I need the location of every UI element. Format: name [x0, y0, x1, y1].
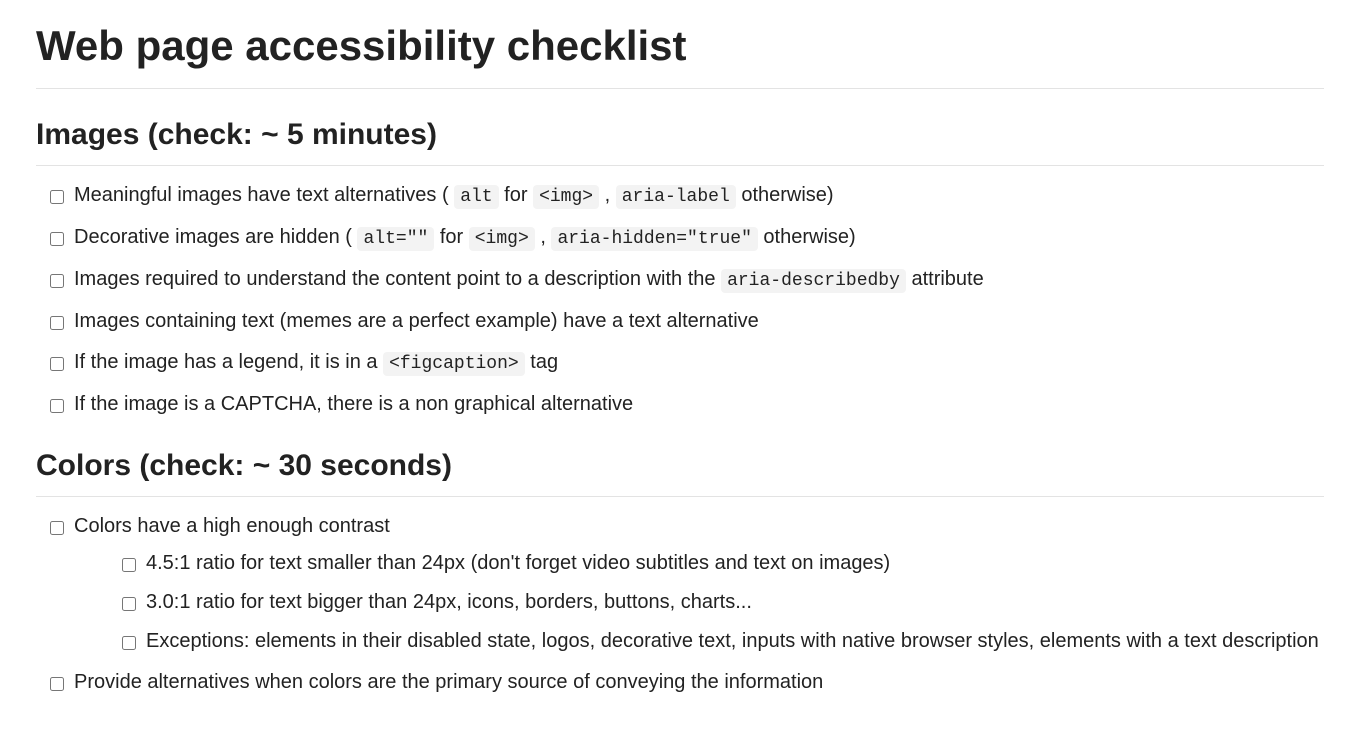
- checklist-item: Colors have a high enough contrast 4.5:1 …: [46, 511, 1324, 657]
- checklist-item: If the image has a legend, it is in a <f…: [46, 347, 1324, 379]
- checklist-item-label: Decorative images are hidden ( alt="" fo…: [74, 226, 856, 248]
- checklist-item: 3.0:1 ratio for text bigger than 24px, i…: [118, 587, 1324, 618]
- checklist-checkbox[interactable]: [122, 558, 136, 572]
- checklist-item-label: Images containing text (memes are a perf…: [74, 310, 759, 332]
- inline-code: aria-describedby: [721, 269, 906, 293]
- checklist-checkbox[interactable]: [50, 232, 64, 246]
- checklist-item: Decorative images are hidden ( alt="" fo…: [46, 222, 1324, 254]
- checklist-checkbox[interactable]: [50, 274, 64, 288]
- inline-code: <img>: [469, 227, 535, 251]
- checklist-item: 4.5:1 ratio for text smaller than 24px (…: [118, 548, 1324, 579]
- checklist-item-label: If the image is a CAPTCHA, there is a no…: [74, 393, 633, 415]
- checklist-checkbox[interactable]: [50, 190, 64, 204]
- inline-code: <img>: [533, 185, 599, 209]
- page-root: Web page accessibility checklist Images …: [0, 0, 1360, 748]
- section-heading-colors: Colors (check: ~ 30 seconds): [36, 448, 1324, 484]
- checklist-checkbox[interactable]: [50, 521, 64, 535]
- checklist-item-label: Provide alternatives when colors are the…: [74, 671, 823, 693]
- checklist-item: Meaningful images have text alternatives…: [46, 180, 1324, 212]
- inline-code: <figcaption>: [383, 352, 525, 376]
- checklist-item: If the image is a CAPTCHA, there is a no…: [46, 389, 1324, 420]
- checklist-item: Images required to understand the conten…: [46, 264, 1324, 296]
- checklist-checkbox[interactable]: [122, 597, 136, 611]
- checklist-checkbox[interactable]: [50, 399, 64, 413]
- page-title: Web page accessibility checklist: [36, 22, 1324, 70]
- checklist-colors: Colors have a high enough contrast 4.5:1 …: [36, 511, 1324, 698]
- checklist-checkbox[interactable]: [50, 316, 64, 330]
- checklist-checkbox[interactable]: [50, 357, 64, 371]
- divider: [36, 88, 1324, 89]
- checklist-checkbox[interactable]: [122, 636, 136, 650]
- inline-code: alt: [454, 185, 498, 209]
- checklist-item-label: 3.0:1 ratio for text bigger than 24px, i…: [146, 591, 752, 613]
- checklist-item: Provide alternatives when colors are the…: [46, 667, 1324, 698]
- checklist-item-label: Exceptions: elements in their disabled s…: [146, 630, 1319, 652]
- inline-code: alt="": [357, 227, 434, 251]
- checklist-item-label: If the image has a legend, it is in a <f…: [74, 351, 558, 373]
- divider: [36, 165, 1324, 166]
- inline-code: aria-hidden="true": [551, 227, 757, 251]
- checklist-item: Exceptions: elements in their disabled s…: [118, 626, 1324, 657]
- checklist-sublist: 4.5:1 ratio for text smaller than 24px (…: [74, 548, 1324, 657]
- section-heading-images: Images (check: ~ 5 minutes): [36, 117, 1324, 153]
- checklist-item-label: 4.5:1 ratio for text smaller than 24px (…: [146, 552, 890, 574]
- divider: [36, 496, 1324, 497]
- checklist-images: Meaningful images have text alternatives…: [36, 180, 1324, 420]
- checklist-item-label: Colors have a high enough contrast: [74, 515, 390, 537]
- checklist-item-label: Images required to understand the conten…: [74, 268, 984, 290]
- inline-code: aria-label: [616, 185, 736, 209]
- checklist-checkbox[interactable]: [50, 677, 64, 691]
- checklist-item-label: Meaningful images have text alternatives…: [74, 184, 834, 206]
- checklist-item: Images containing text (memes are a perf…: [46, 306, 1324, 337]
